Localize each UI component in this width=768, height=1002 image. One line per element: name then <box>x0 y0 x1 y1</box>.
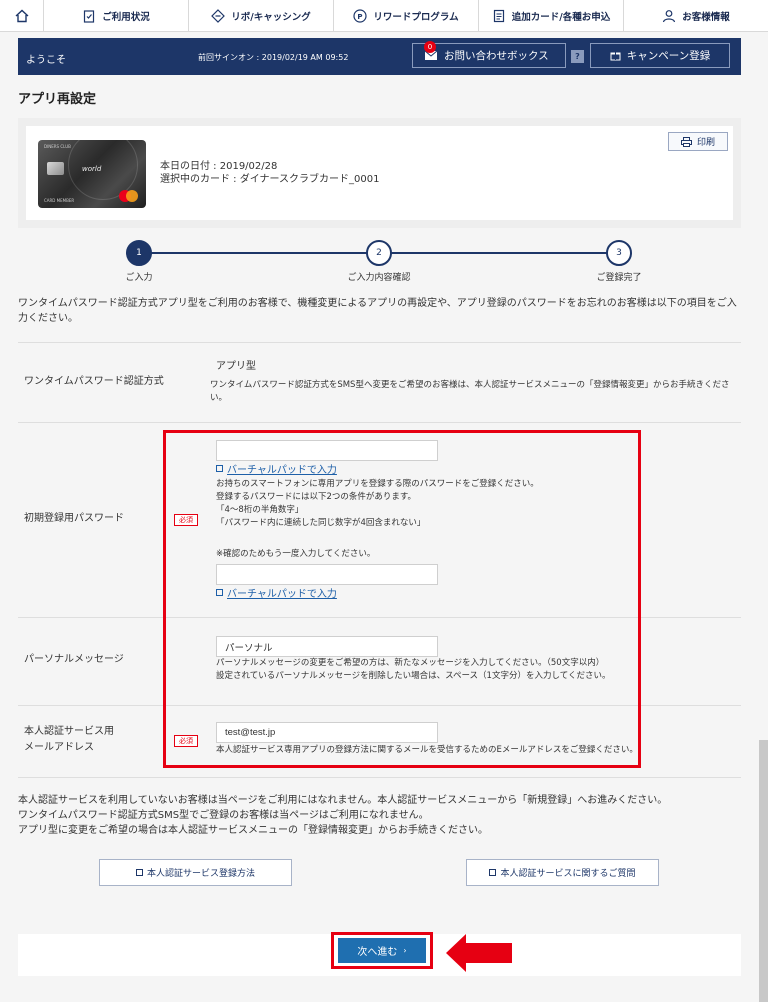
step-connector-1 <box>139 252 379 254</box>
email-label-line1: 本人認証サービス用 <box>24 726 114 737</box>
divider <box>18 342 741 343</box>
faq-button[interactable]: 本人認証サービスに関するご質問 <box>466 859 659 886</box>
nav-revolving-label: リボ/キャッシング <box>231 12 311 23</box>
selected-card: 選択中のカード : ダイナースクラブカード_0001 <box>160 174 380 185</box>
auth-method-label: ワンタイムパスワード認証方式 <box>24 376 164 387</box>
email-label-line2: メールアドレス <box>24 742 94 753</box>
inquiry-box-label: お問い合わせボックス <box>444 50 549 62</box>
campaign-register-button[interactable]: キャンペーン登録 <box>590 43 730 68</box>
step-connector-2 <box>379 252 619 254</box>
card-member-text: CARD MEMBER <box>44 198 75 203</box>
email-label: 本人認証サービス用 メールアドレス <box>24 724 114 756</box>
scrollbar[interactable] <box>759 740 768 1002</box>
nav-rewards-label: リワードプログラム <box>373 12 459 23</box>
pointer-arrow-icon <box>446 934 512 972</box>
user-icon <box>663 10 676 23</box>
home-icon <box>15 9 28 23</box>
password-label: 初期登録用パスワード <box>24 513 124 524</box>
nav-rewards[interactable]: P リワードプログラム <box>334 0 479 32</box>
personal-message-label: パーソナルメッセージ <box>24 654 124 665</box>
step-1-label: ご入力 <box>125 273 153 283</box>
printer-icon <box>680 136 692 147</box>
auth-method-note: ワンタイムパスワード認証方式をSMS型へ変更をご希望のお客様は、本人認証サービス… <box>210 380 730 403</box>
nav-revolving[interactable]: リボ/キャッシング <box>189 0 334 32</box>
home-button[interactable] <box>0 0 44 32</box>
clipboard-check-icon <box>84 10 95 23</box>
card-panel-inner: DINERS CLUB world CARD MEMBER 本日の日付 : 20… <box>26 126 733 220</box>
note-line: アプリ型に変更をご希望の場合は本人認証サービスメニューの「登録情報変更」からお手… <box>18 825 488 836</box>
card-panel: DINERS CLUB world CARD MEMBER 本日の日付 : 20… <box>18 118 741 228</box>
register-method-button[interactable]: 本人認証サービス登録方法 <box>99 859 292 886</box>
card-image: DINERS CLUB world CARD MEMBER <box>38 140 146 208</box>
link-icon <box>135 869 143 876</box>
welcome-bar: ようこそ 前回サインオン : 2019/02/19 AM 09:52 お問い合わ… <box>18 38 741 75</box>
nav-usage[interactable]: ご利用状況 <box>44 0 189 32</box>
card-world-text: world <box>82 165 102 173</box>
step-3-circle: 3 <box>606 240 632 266</box>
card-info: 本日の日付 : 2019/02/28 選択中のカード : ダイナースクラブカード… <box>160 160 379 186</box>
card-brand-text: DINERS CLUB <box>44 144 71 149</box>
card-chip <box>47 162 64 175</box>
nav-usage-label: ご利用状況 <box>102 12 150 23</box>
today-date: 本日の日付 : 2019/02/28 <box>160 161 278 172</box>
diamond-arrows-icon <box>211 9 226 23</box>
register-method-label: 本人認証サービス登録方法 <box>146 869 255 879</box>
faq-label: 本人認証サービスに関するご質問 <box>500 869 636 879</box>
intro-text: ワンタイムパスワード認証方式アプリ型をご利用のお客様で、機種変更によるアプリの再… <box>18 298 737 324</box>
next-label: 次へ進む <box>357 947 398 958</box>
page-title: アプリ再設定 <box>18 92 97 107</box>
top-nav: ご利用状況 リボ/キャッシング P リワードプログラム 追加カード/各種お申込 … <box>0 0 768 32</box>
nav-applications-label: 追加カード/各種お申込 <box>511 12 611 23</box>
step-2-label: ご入力内容確認 <box>347 273 411 283</box>
divider <box>18 422 741 423</box>
gift-icon <box>610 52 621 61</box>
divider <box>18 777 741 778</box>
next-button[interactable]: 次へ進む › <box>338 938 426 963</box>
chevron-right-icon: › <box>403 946 407 955</box>
notes: 本人認証サービスを利用していないお客様は当ページをご利用にはなれません。本人認証… <box>18 793 667 838</box>
last-signin: 前回サインオン : 2019/02/19 AM 09:52 <box>198 53 349 62</box>
mastercard-logo-orange <box>126 190 138 202</box>
step-3-label: ご登録完了 <box>596 273 642 283</box>
auth-method-value: アプリ型 <box>216 361 256 372</box>
nav-customer-info-label: お客様情報 <box>682 12 730 23</box>
document-icon <box>493 9 504 23</box>
next-button-highlight: 次へ進む › <box>331 932 433 969</box>
welcome-text: ようこそ <box>26 55 66 66</box>
print-label: 印刷 <box>696 138 715 148</box>
nav-applications[interactable]: 追加カード/各種お申込 <box>479 0 624 32</box>
highlight-box <box>163 430 641 768</box>
nav-customer-info[interactable]: お客様情報 <box>624 0 768 32</box>
note-line: ワンタイムパスワード認証方式SMS型でご登録のお客様は当ページはご利用になれませ… <box>18 810 429 821</box>
link-icon <box>489 869 497 876</box>
points-icon: P <box>353 9 367 23</box>
progress-stepper: 1 2 3 ご入力 ご入力内容確認 ご登録完了 <box>0 238 768 283</box>
step-2-circle: 2 <box>366 240 392 266</box>
campaign-register-label: キャンペーン登録 <box>626 50 711 62</box>
note-line: 本人認証サービスを利用していないお客様は当ページをご利用にはなれません。本人認証… <box>18 795 668 806</box>
inquiry-count-badge: 0 <box>424 41 436 53</box>
svg-text:P: P <box>358 13 363 21</box>
print-button[interactable]: 印刷 <box>668 132 728 151</box>
step-1-circle: 1 <box>126 240 152 266</box>
help-icon[interactable]: ? <box>571 50 584 63</box>
